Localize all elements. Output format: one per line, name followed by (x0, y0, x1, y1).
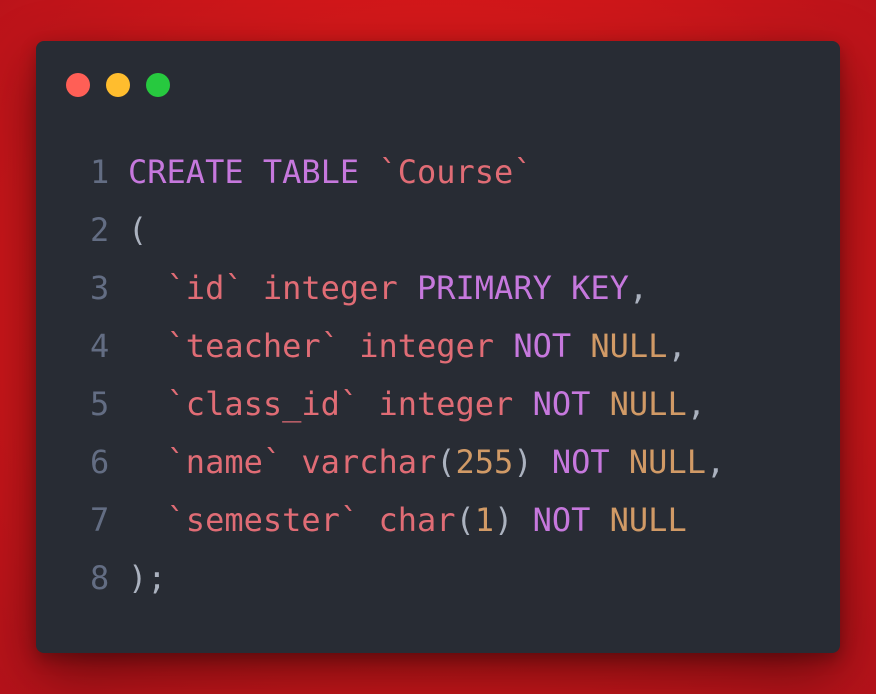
code-token-punctuation (128, 385, 167, 423)
code-token-punctuation: ) (494, 501, 533, 539)
code-token-number: 255 (455, 443, 514, 481)
code-token-punctuation (359, 385, 378, 423)
code-token-identifier: integer (378, 385, 514, 423)
line-number: 1 (90, 153, 110, 191)
code-token-punctuation (128, 443, 167, 481)
code-token-identifier: integer (262, 269, 398, 307)
code-line: 3 `id` integer PRIMARY KEY, (90, 259, 725, 317)
code-token-identifier: `name` (166, 443, 283, 481)
code-line: 2( (90, 201, 725, 259)
minimize-dot-icon[interactable] (106, 73, 130, 97)
code-token-identifier: char (378, 501, 456, 539)
code-token-punctuation (359, 501, 378, 539)
code-token-keyword: NOT (532, 385, 591, 423)
code-token-punctuation: ( (436, 443, 456, 481)
code-token-identifier: `teacher` (166, 327, 340, 365)
line-number: 4 (90, 327, 110, 365)
code-line: 8); (90, 549, 725, 607)
code-token-identifier: `semester` (166, 501, 360, 539)
code-token-punctuation: , (686, 385, 706, 423)
code-token-number: NULL (609, 501, 687, 539)
code-line: 6 `name` varchar(255) NOT NULL, (90, 433, 725, 491)
code-token-punctuation (513, 385, 532, 423)
code-line: 7 `semester` char(1) NOT NULL (90, 491, 725, 549)
code-token-punctuation: ( (455, 501, 475, 539)
code-token-identifier: `class_id` (166, 385, 360, 423)
code-token-punctuation (128, 269, 167, 307)
code-token-punctuation: , (705, 443, 726, 481)
code-token-punctuation (610, 443, 629, 481)
close-dot-icon[interactable] (66, 73, 90, 97)
code-token-identifier: varchar (301, 443, 437, 481)
code-token-punctuation (128, 501, 167, 539)
code-token-punctuation: , (667, 327, 687, 365)
code-token-punctuation (244, 269, 263, 307)
code-token-identifier: integer (359, 327, 495, 365)
code-token-keyword: NOT (551, 443, 610, 481)
code-token-punctuation (398, 269, 417, 307)
code-token-keyword: NOT (513, 327, 572, 365)
line-number: 7 (90, 501, 110, 539)
code-token-punctuation: , (628, 269, 649, 307)
line-number: 3 (90, 269, 110, 307)
code-line: 5 `class_id` integer NOT NULL, (90, 375, 725, 433)
code-token-punctuation (282, 443, 301, 481)
code-token-punctuation: ( (128, 211, 148, 249)
line-number: 2 (90, 211, 110, 249)
code-token-identifier: `Course` (378, 153, 533, 191)
code-token-number: 1 (474, 501, 495, 539)
code-token-punctuation (340, 327, 359, 365)
code-token-keyword: NOT (532, 501, 591, 539)
code-window: 1 CREATE TABLE `Course` 2(3 `id` integer P… (36, 41, 840, 653)
code-block: 1 CREATE TABLE `Course` 2(3 `id` integer P… (90, 143, 725, 607)
code-token-punctuation: ) (513, 443, 552, 481)
maximize-dot-icon[interactable] (146, 73, 170, 97)
code-token-punctuation (494, 327, 513, 365)
code-token-number: NULL (590, 327, 668, 365)
code-token-identifier: `id` (166, 269, 244, 307)
code-token-punctuation (590, 385, 609, 423)
code-token-number: NULL (628, 443, 706, 481)
line-number: 6 (90, 443, 110, 481)
code-token-number: NULL (609, 385, 687, 423)
line-number: 5 (90, 385, 110, 423)
code-token-punctuation (571, 327, 590, 365)
code-token-keyword: CREATE TABLE (128, 153, 379, 191)
code-line: 4 `teacher` integer NOT NULL, (90, 317, 725, 375)
code-token-punctuation (590, 501, 609, 539)
code-token-punctuation (128, 327, 167, 365)
code-token-keyword: PRIMARY KEY (416, 269, 629, 307)
code-token-punctuation: ); (128, 559, 167, 597)
code-line: 1 CREATE TABLE `Course` (90, 143, 725, 201)
line-number: 8 (90, 559, 110, 597)
